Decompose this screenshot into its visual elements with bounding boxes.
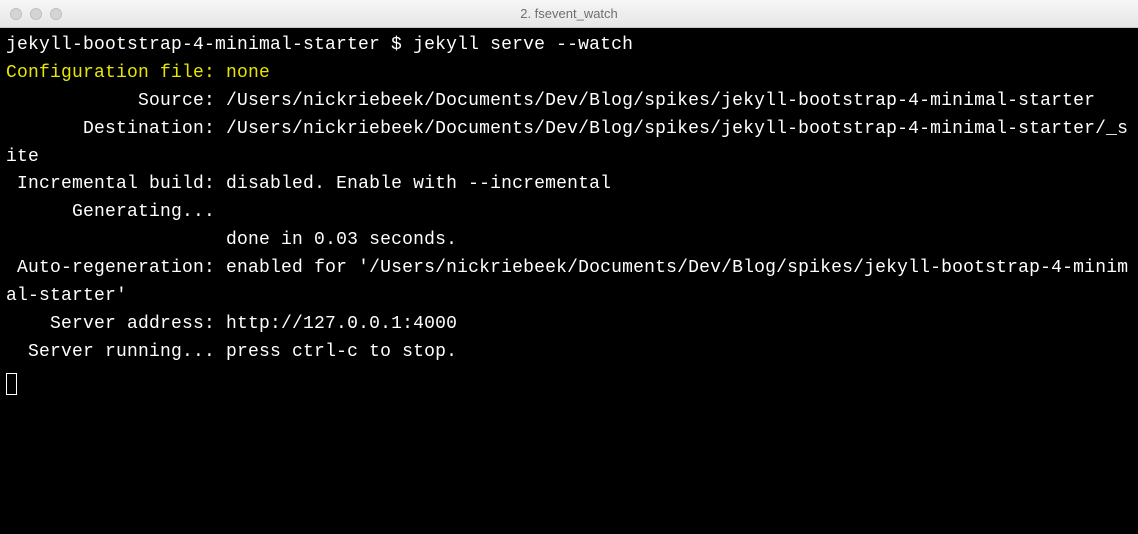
server-address-line: Server address: http://127.0.0.1:4000 bbox=[6, 314, 457, 334]
close-icon[interactable] bbox=[10, 8, 22, 20]
traffic-lights bbox=[0, 8, 62, 20]
done-line: done in 0.03 seconds. bbox=[6, 230, 457, 250]
server-running-line: Server running... press ctrl-c to stop. bbox=[6, 342, 457, 362]
minimize-icon[interactable] bbox=[30, 8, 42, 20]
config-file-label: Configuration file: bbox=[6, 63, 226, 83]
config-file-value: none bbox=[226, 63, 270, 83]
zoom-icon[interactable] bbox=[50, 8, 62, 20]
auto-regen-line: Auto-regeneration: enabled for '/Users/n… bbox=[6, 258, 1128, 306]
incremental-line: Incremental build: disabled. Enable with… bbox=[6, 174, 611, 194]
shell-prompt: jekyll-bootstrap-4-minimal-starter $ bbox=[6, 35, 413, 55]
destination-line: Destination: /Users/nickriebeek/Document… bbox=[6, 119, 1128, 167]
window-title: 2. fsevent_watch bbox=[0, 6, 1138, 21]
generating-line: Generating... bbox=[6, 202, 226, 222]
cursor-icon bbox=[6, 373, 17, 395]
source-line: Source: /Users/nickriebeek/Documents/Dev… bbox=[6, 91, 1095, 111]
window-titlebar: 2. fsevent_watch bbox=[0, 0, 1138, 28]
terminal-output[interactable]: jekyll-bootstrap-4-minimal-starter $ jek… bbox=[0, 28, 1138, 534]
command-text: jekyll serve --watch bbox=[413, 35, 633, 55]
